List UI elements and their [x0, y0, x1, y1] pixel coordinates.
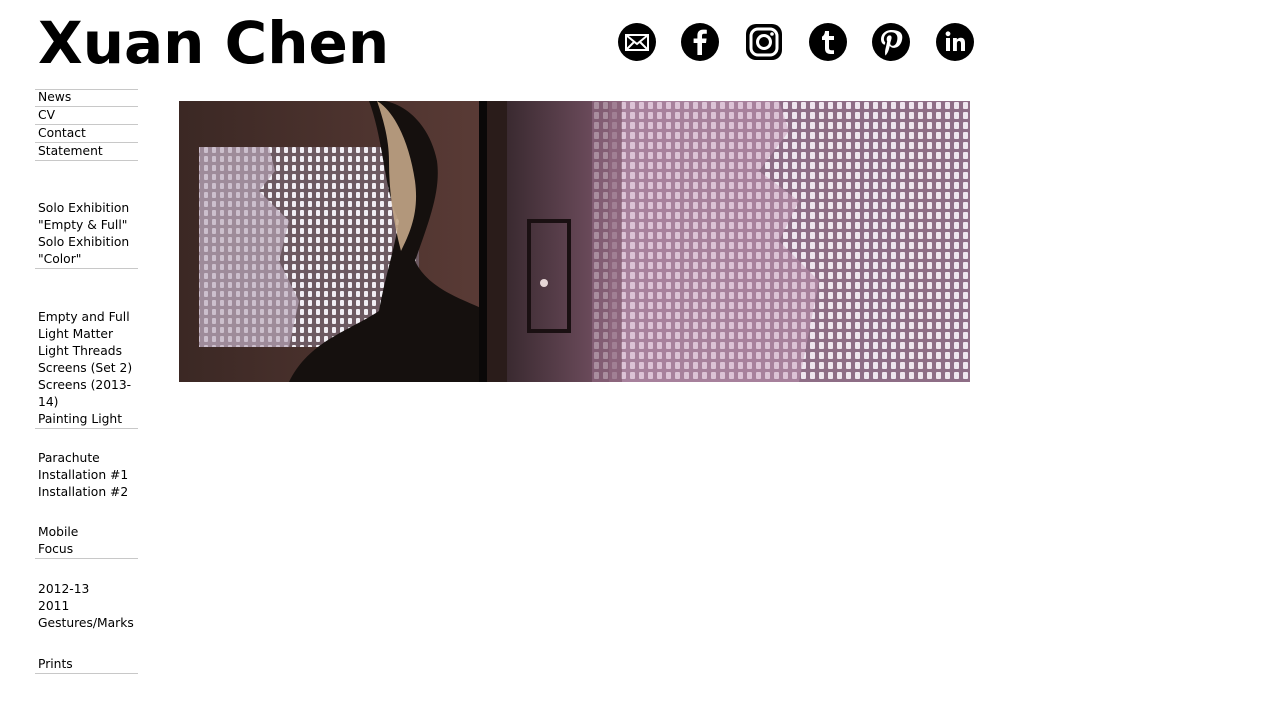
nav-screens-set-2[interactable]: Screens (Set 2) — [35, 360, 138, 377]
tumblr-icon[interactable] — [808, 22, 848, 62]
nav-gestures-marks[interactable]: Gestures/Marks — [35, 615, 138, 632]
nav-mobile[interactable]: Mobile — [35, 524, 138, 541]
nav-statement[interactable]: Statement — [35, 143, 138, 160]
nav-group-works: Empty and Full Light Matter Light Thread… — [35, 309, 138, 429]
nav-light-threads[interactable]: Light Threads — [35, 343, 138, 360]
nav-2012-13[interactable]: 2012-13 — [35, 581, 138, 598]
linkedin-icon[interactable] — [935, 22, 975, 62]
nav-empty-and-full[interactable]: Empty and Full — [35, 309, 138, 326]
nav-contact[interactable]: Contact — [35, 125, 138, 143]
nav-installation-2[interactable]: Installation #2 — [35, 484, 138, 501]
nav-group-prints: Prints — [35, 656, 138, 674]
nav-group-installations: Parachute Installation #1 Installation #… — [35, 450, 138, 559]
nav-group-exhibitions: Solo Exhibition "Empty & Full" Solo Exhi… — [35, 200, 138, 269]
email-icon[interactable] — [617, 22, 657, 62]
site-title[interactable]: Xuan Chen — [38, 12, 389, 74]
nav-color[interactable]: "Color" — [35, 251, 138, 268]
nav-painting-light[interactable]: Painting Light — [35, 411, 138, 428]
nav-prints[interactable]: Prints — [35, 656, 138, 673]
nav-parachute[interactable]: Parachute — [35, 450, 138, 467]
sidebar-nav: News CV Contact Statement Solo Exhibitio… — [35, 89, 138, 674]
nav-empty-full[interactable]: "Empty & Full" — [35, 217, 138, 234]
nav-2011[interactable]: 2011 — [35, 598, 138, 615]
nav-light-matter[interactable]: Light Matter — [35, 326, 138, 343]
gallery-image[interactable] — [179, 101, 970, 382]
nav-solo-exhibition-1[interactable]: Solo Exhibition — [35, 200, 138, 217]
divider — [35, 89, 138, 90]
facebook-icon[interactable] — [680, 22, 720, 62]
nav-solo-exhibition-2[interactable]: Solo Exhibition — [35, 234, 138, 251]
nav-news[interactable]: News — [35, 89, 138, 107]
nav-focus[interactable]: Focus — [35, 541, 138, 558]
nav-group-archive: 2012-13 2011 Gestures/Marks — [35, 581, 138, 632]
instagram-icon[interactable] — [744, 22, 784, 62]
nav-cv[interactable]: CV — [35, 107, 138, 125]
nav-screens-2013-cont[interactable]: 14) — [35, 394, 138, 411]
nav-installation-1[interactable]: Installation #1 — [35, 467, 138, 484]
nav-group-top: News CV Contact Statement — [35, 89, 138, 161]
pinterest-icon[interactable] — [871, 22, 911, 62]
installation-photo — [179, 101, 970, 382]
nav-screens-2013[interactable]: Screens (2013- — [35, 377, 138, 394]
